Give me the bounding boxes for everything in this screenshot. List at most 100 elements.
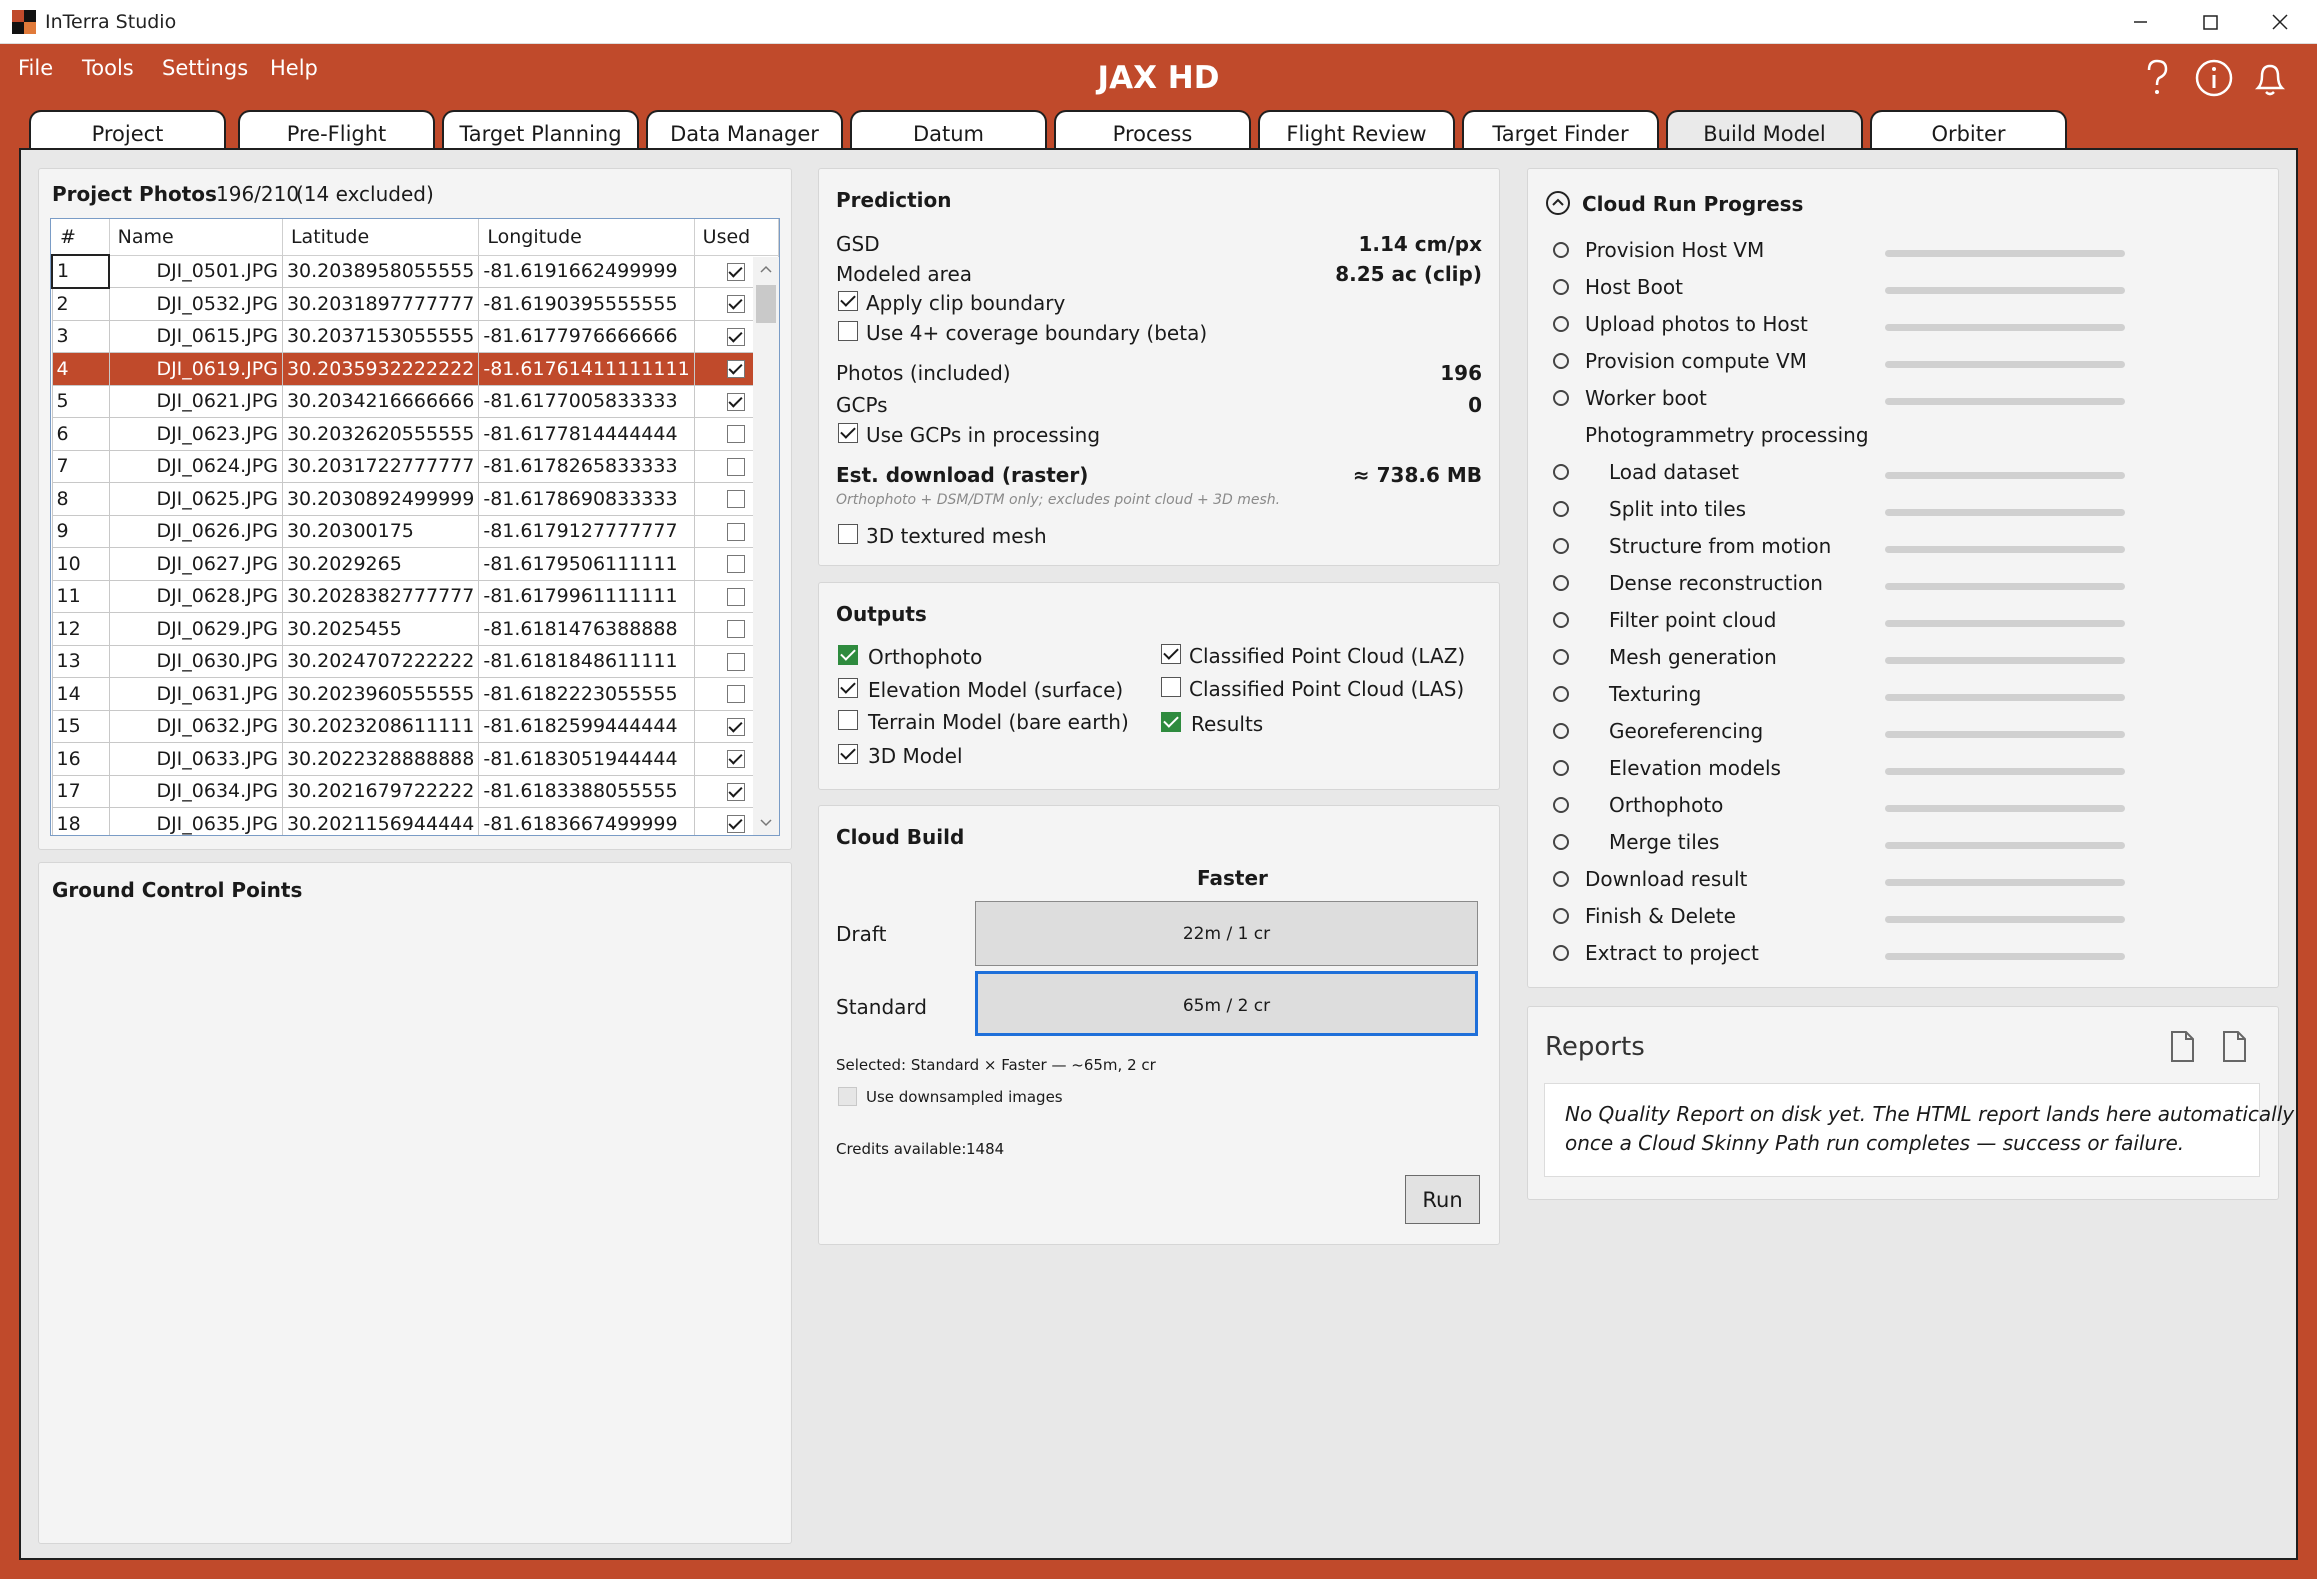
photos-grid[interactable]: # Name Latitude Longitude Used 1 DJI_0501… (50, 218, 780, 836)
tab-data-manager[interactable]: Data Manager (646, 110, 843, 150)
downsample-checkbox[interactable] (838, 1087, 857, 1106)
photo-used-checkbox[interactable] (727, 425, 746, 444)
scroll-thumb[interactable] (756, 285, 776, 323)
textured-mesh-checkbox[interactable] (838, 524, 858, 544)
draft-faster-option[interactable]: 22m / 1 cr (975, 901, 1478, 966)
scroll-down-icon[interactable] (753, 813, 779, 833)
table-row[interactable]: 18 DJI_0635.JPG 30.2021156944444 -81.618366… (51, 807, 779, 835)
photo-used-checkbox[interactable] (727, 457, 746, 476)
photo-longitude: -81.6190395555555 (478, 287, 695, 321)
help-button[interactable] (2135, 56, 2179, 100)
column-header[interactable]: Used (694, 219, 779, 256)
tab-pre-flight[interactable]: Pre-Flight (238, 110, 435, 150)
photo-latitude: 30.2025455 (281, 612, 480, 646)
output-terrain-checkbox[interactable] (838, 710, 858, 730)
standard-label: Standard (836, 995, 927, 1019)
tab-target-planning[interactable]: Target Planning (442, 110, 639, 150)
photos-included-label: Photos (included) (836, 361, 1011, 385)
scroll-up-icon[interactable] (753, 259, 779, 279)
photo-used-checkbox[interactable] (727, 750, 746, 769)
use-gcps-checkbox[interactable] (838, 423, 858, 443)
photo-name: DJI_0635.JPG (108, 807, 283, 835)
output-las-checkbox[interactable] (1161, 677, 1181, 697)
table-row[interactable]: 16 DJI_0633.JPG 30.2022328888888 -81.618305… (51, 742, 779, 776)
table-row[interactable]: 11 DJI_0628.JPG 30.2028382777777 -81.617996… (51, 579, 779, 613)
table-row[interactable]: 14 DJI_0631.JPG 30.2023960555555 -81.618222… (51, 677, 779, 711)
photo-used-checkbox[interactable] (727, 587, 746, 606)
table-row[interactable]: 1 DJI_0501.JPG 30.2038958055555 -81.6191662… (51, 254, 779, 289)
photos-scrollbar[interactable] (753, 257, 779, 835)
prediction-title: Prediction (836, 188, 952, 212)
table-row[interactable]: 3 DJI_0615.JPG 30.2037153055555 -81.6177976… (51, 319, 779, 353)
table-row[interactable]: 4 DJI_0619.JPG 30.2035932222222 -81.6176141… (51, 352, 779, 386)
row-number: 7 (51, 449, 110, 483)
photo-used-checkbox[interactable] (727, 490, 746, 509)
clip-boundary-checkbox[interactable] (838, 291, 858, 311)
photo-name: DJI_0624.JPG (108, 449, 283, 483)
photo-used-checkbox[interactable] (727, 815, 746, 834)
photo-used-checkbox[interactable] (727, 685, 746, 704)
output-laz-checkbox[interactable] (1161, 644, 1181, 664)
output-orthophoto-checkbox[interactable] (838, 645, 858, 665)
photo-used-checkbox[interactable] (727, 392, 746, 411)
column-header[interactable]: Longitude (478, 219, 695, 256)
tab-flight-review[interactable]: Flight Review (1258, 110, 1455, 150)
photo-longitude: -81.6182599444444 (478, 709, 695, 743)
column-header[interactable]: Latitude (282, 219, 480, 256)
table-row[interactable]: 10 DJI_0627.JPG 30.2029265 -81.617950611111… (51, 547, 779, 581)
close-button[interactable] (2245, 0, 2315, 44)
photo-name: DJI_0634.JPG (108, 774, 283, 808)
tab-orbiter[interactable]: Orbiter (1870, 110, 2067, 150)
photo-used-checkbox[interactable] (727, 717, 746, 736)
run-button[interactable]: Run (1405, 1175, 1480, 1224)
table-row[interactable]: 15 DJI_0632.JPG 30.2023208611111 -81.618259… (51, 709, 779, 743)
photo-used-checkbox[interactable] (727, 327, 746, 346)
minimize-button[interactable] (2105, 0, 2175, 44)
table-row[interactable]: 12 DJI_0629.JPG 30.2025455 -81.618147638888… (51, 612, 779, 646)
gcp-title: Ground Control Points (52, 878, 303, 902)
table-row[interactable]: 5 DJI_0621.JPG 30.2034216666666 -81.6177005… (51, 384, 779, 418)
progress-step-bar (1885, 361, 2125, 368)
output-3d-model-checkbox[interactable] (838, 744, 858, 764)
photo-used-checkbox[interactable] (727, 295, 746, 314)
column-header[interactable]: # (52, 219, 110, 256)
standard-faster-option[interactable]: 65m / 2 cr (975, 971, 1478, 1036)
photo-used-checkbox[interactable] (727, 555, 746, 574)
photo-name: DJI_0631.JPG (108, 677, 283, 711)
table-row[interactable]: 6 DJI_0623.JPG 30.2032620555555 -81.6177814… (51, 417, 779, 451)
step-status-icon (1553, 871, 1569, 887)
photo-used-checkbox[interactable] (727, 782, 746, 801)
photo-used-checkbox[interactable] (727, 620, 746, 639)
output-results-checkbox[interactable] (1161, 712, 1181, 732)
tab-datum[interactable]: Datum (850, 110, 1047, 150)
photo-name: DJI_0632.JPG (108, 709, 283, 743)
table-row[interactable]: 9 DJI_0626.JPG 30.20300175 -81.617912777777… (51, 514, 779, 548)
tab-project-information[interactable]: Project Information (29, 110, 226, 170)
table-row[interactable]: 2 DJI_0532.JPG 30.2031897777777 -81.6190395… (51, 287, 779, 321)
table-row[interactable]: 17 DJI_0634.JPG 30.2021679722222 -81.618338… (51, 774, 779, 808)
photo-used-checkbox[interactable] (727, 360, 746, 379)
tab-build-model[interactable]: Build Model (1666, 110, 1863, 152)
progress-step-label: Orthophoto (1609, 793, 1724, 817)
table-row[interactable]: 7 DJI_0624.JPG 30.2031722777777 -81.6178265… (51, 449, 779, 483)
collapse-icon[interactable] (1545, 190, 1571, 216)
photo-longitude: -81.6181476388888 (478, 612, 695, 646)
table-row[interactable]: 13 DJI_0630.JPG 30.2024707222222 -81.618184… (51, 644, 779, 678)
report-html-icon[interactable] (2220, 1030, 2248, 1064)
tab-process[interactable]: Process (1054, 110, 1251, 150)
table-row[interactable]: 8 DJI_0625.JPG 30.2030892499999 -81.6178690… (51, 482, 779, 516)
notifications-button[interactable] (2248, 56, 2292, 100)
info-button[interactable] (2192, 56, 2236, 100)
column-header[interactable]: Name (109, 219, 283, 256)
photo-used-checkbox[interactable] (727, 262, 746, 281)
photo-used-checkbox[interactable] (727, 522, 746, 541)
row-number: 11 (51, 579, 110, 613)
tab-target-finder[interactable]: Target Finder (1462, 110, 1659, 150)
output-elevation-surface-checkbox[interactable] (838, 678, 858, 698)
report-file-icon[interactable] (2168, 1030, 2196, 1064)
photo-longitude: -81.6179506111111 (478, 547, 695, 581)
photo-used-checkbox[interactable] (727, 652, 746, 671)
tab-bar: Project Information Pre-Flight Target Pl… (0, 110, 2317, 170)
maximize-button[interactable] (2175, 0, 2245, 44)
coverage-boundary-checkbox[interactable] (838, 321, 858, 341)
